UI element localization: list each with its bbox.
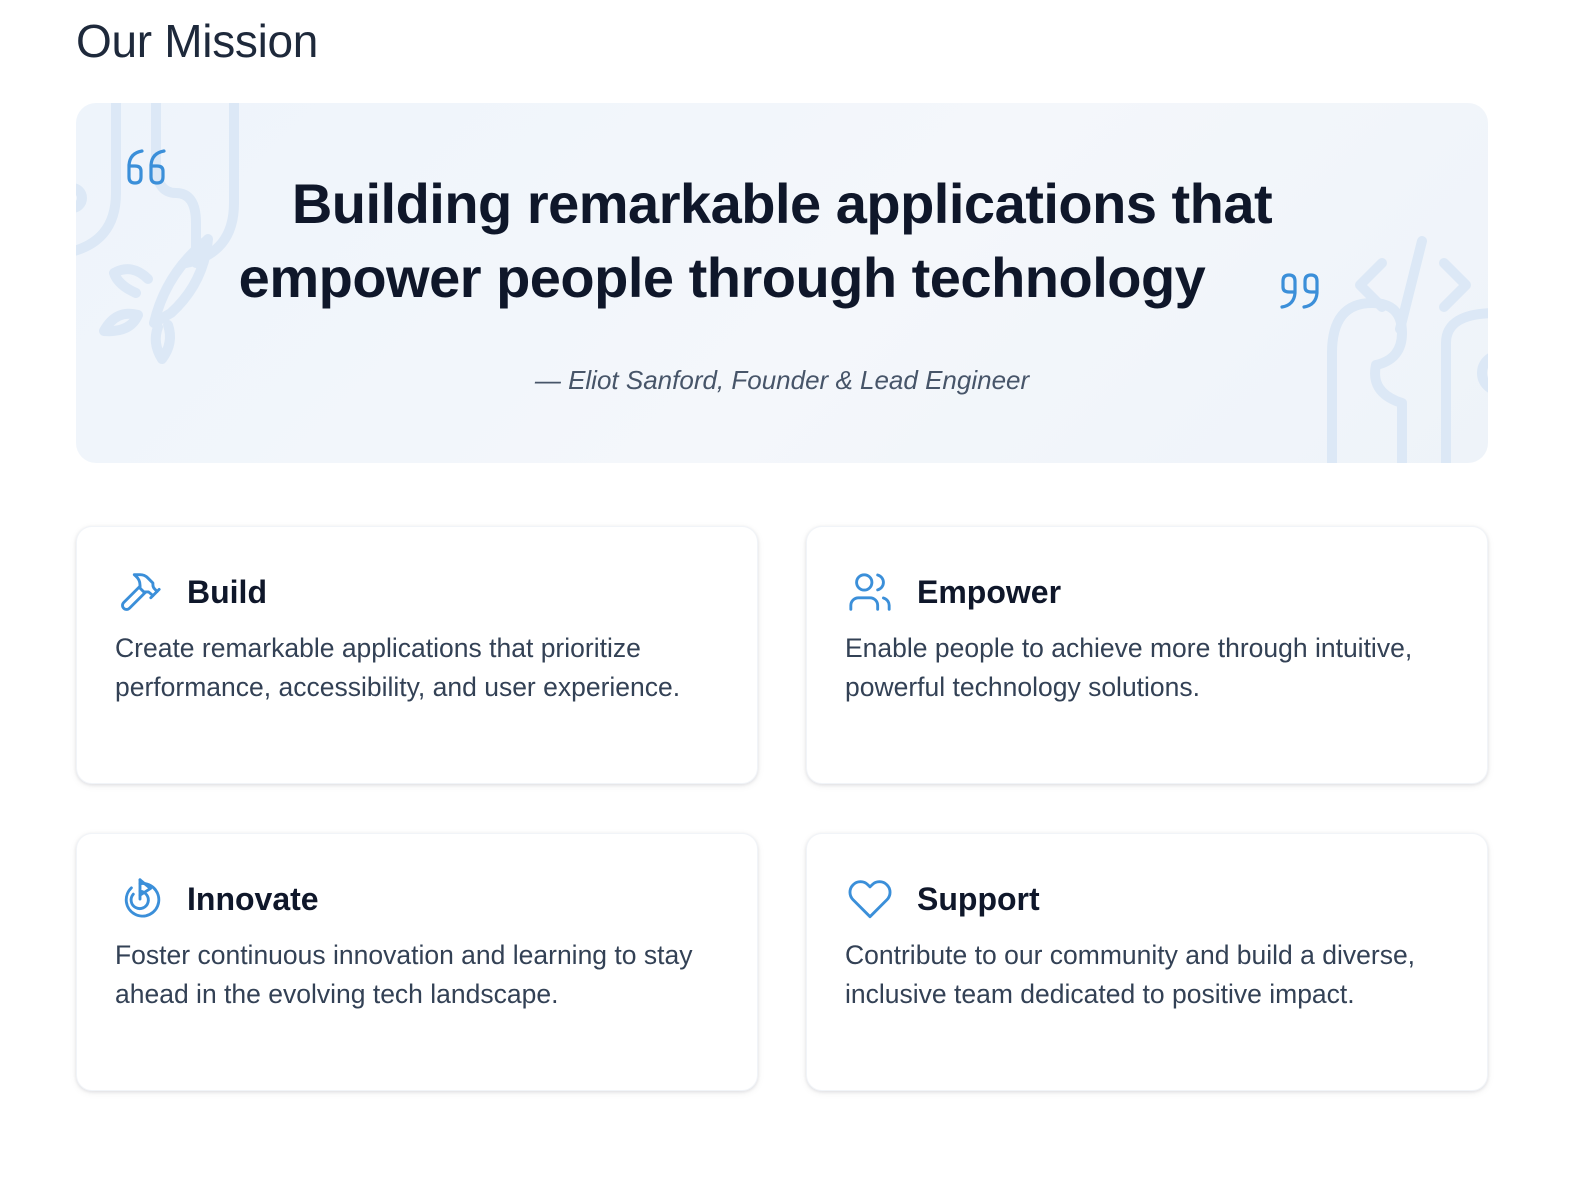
hammer-icon [115,567,165,617]
mission-card-innovate: Innovate Foster continuous innovation an… [76,833,758,1091]
heart-icon [845,874,895,924]
card-description: Enable people to achieve more through in… [845,633,1413,702]
card-title: Support [917,880,1040,917]
quote-attribution: — Eliot Sanford, Founder & Lead Engineer [534,365,1030,395]
card-title: Innovate [187,880,319,917]
mission-quote-banner: Building remarkable applications that em… [76,103,1488,463]
card-description: Foster continuous innovation and learnin… [115,940,693,1009]
quote-line-1: Building remarkable applications that [291,172,1273,235]
card-description: Create remarkable applications that prio… [115,633,681,702]
card-description: Contribute to our community and build a … [845,940,1416,1009]
section-title: Our Mission [76,15,319,67]
users-icon [845,567,895,617]
mission-card-support: Support Contribute to our community and … [806,833,1488,1091]
mission-card-empower: Empower Enable people to achieve more th… [806,526,1488,784]
close-quote-icon [1280,273,1319,309]
mission-card-build: Build Create remarkable applications tha… [76,526,758,784]
target-play-icon [115,874,165,924]
card-title: Build [187,573,267,610]
card-title: Empower [917,573,1062,610]
